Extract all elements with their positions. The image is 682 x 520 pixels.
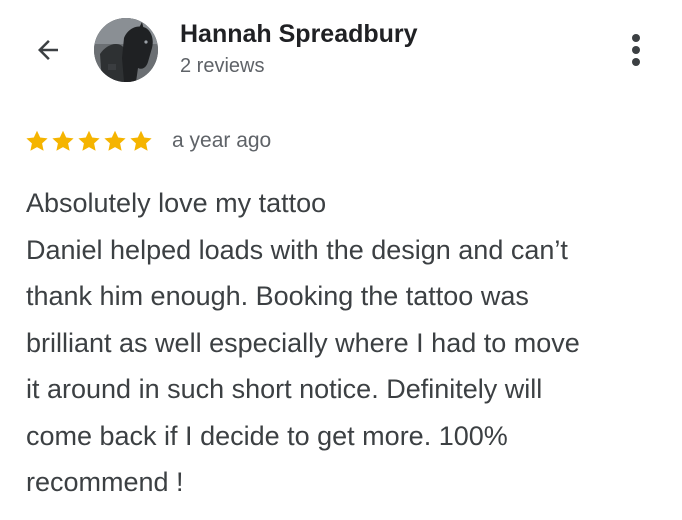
review-text-line: it around in such short notice. Definite…: [26, 374, 543, 404]
review-text-line: recommend !: [26, 467, 184, 497]
review-detail-page: Hannah Spreadbury 2 reviews a year ago A…: [0, 0, 682, 520]
review-text-line: brilliant as well especially where I had…: [26, 327, 580, 358]
more-vertical-icon-dot-2: [632, 46, 640, 54]
review-text-line: thank him enough. Booking the tattoo was: [26, 281, 529, 311]
review-text-line: Daniel helped loads with the design and …: [26, 234, 568, 265]
more-vertical-icon-dot-3: [632, 58, 640, 66]
star-icon: [52, 130, 74, 151]
review-text-line: Absolutely love my tattoo: [26, 188, 327, 218]
star-icon: [104, 130, 126, 151]
star-rating: [24, 128, 154, 154]
horse-photo-icon: [94, 18, 158, 82]
more-vertical-icon: [632, 34, 640, 42]
review-text-line: come back if I decide to get more. 100%: [26, 420, 508, 451]
review-text: Absolutely love my tattoo Daniel helped l…: [26, 180, 666, 506]
review-time: a year ago: [172, 129, 272, 152]
star-icon: [78, 130, 100, 151]
star-icon: [26, 130, 48, 151]
more-options-button[interactable]: [622, 30, 650, 70]
star-icon: [130, 130, 152, 151]
arrow-left-icon: [38, 40, 58, 60]
review-count: 2 reviews: [180, 55, 265, 77]
back-button[interactable]: [28, 32, 68, 68]
rating-row: a year ago: [24, 126, 271, 156]
reviewer-name[interactable]: Hannah Spreadbury: [180, 20, 418, 49]
review-header: Hannah Spreadbury 2 reviews: [0, 0, 682, 100]
avatar[interactable]: [94, 18, 158, 82]
